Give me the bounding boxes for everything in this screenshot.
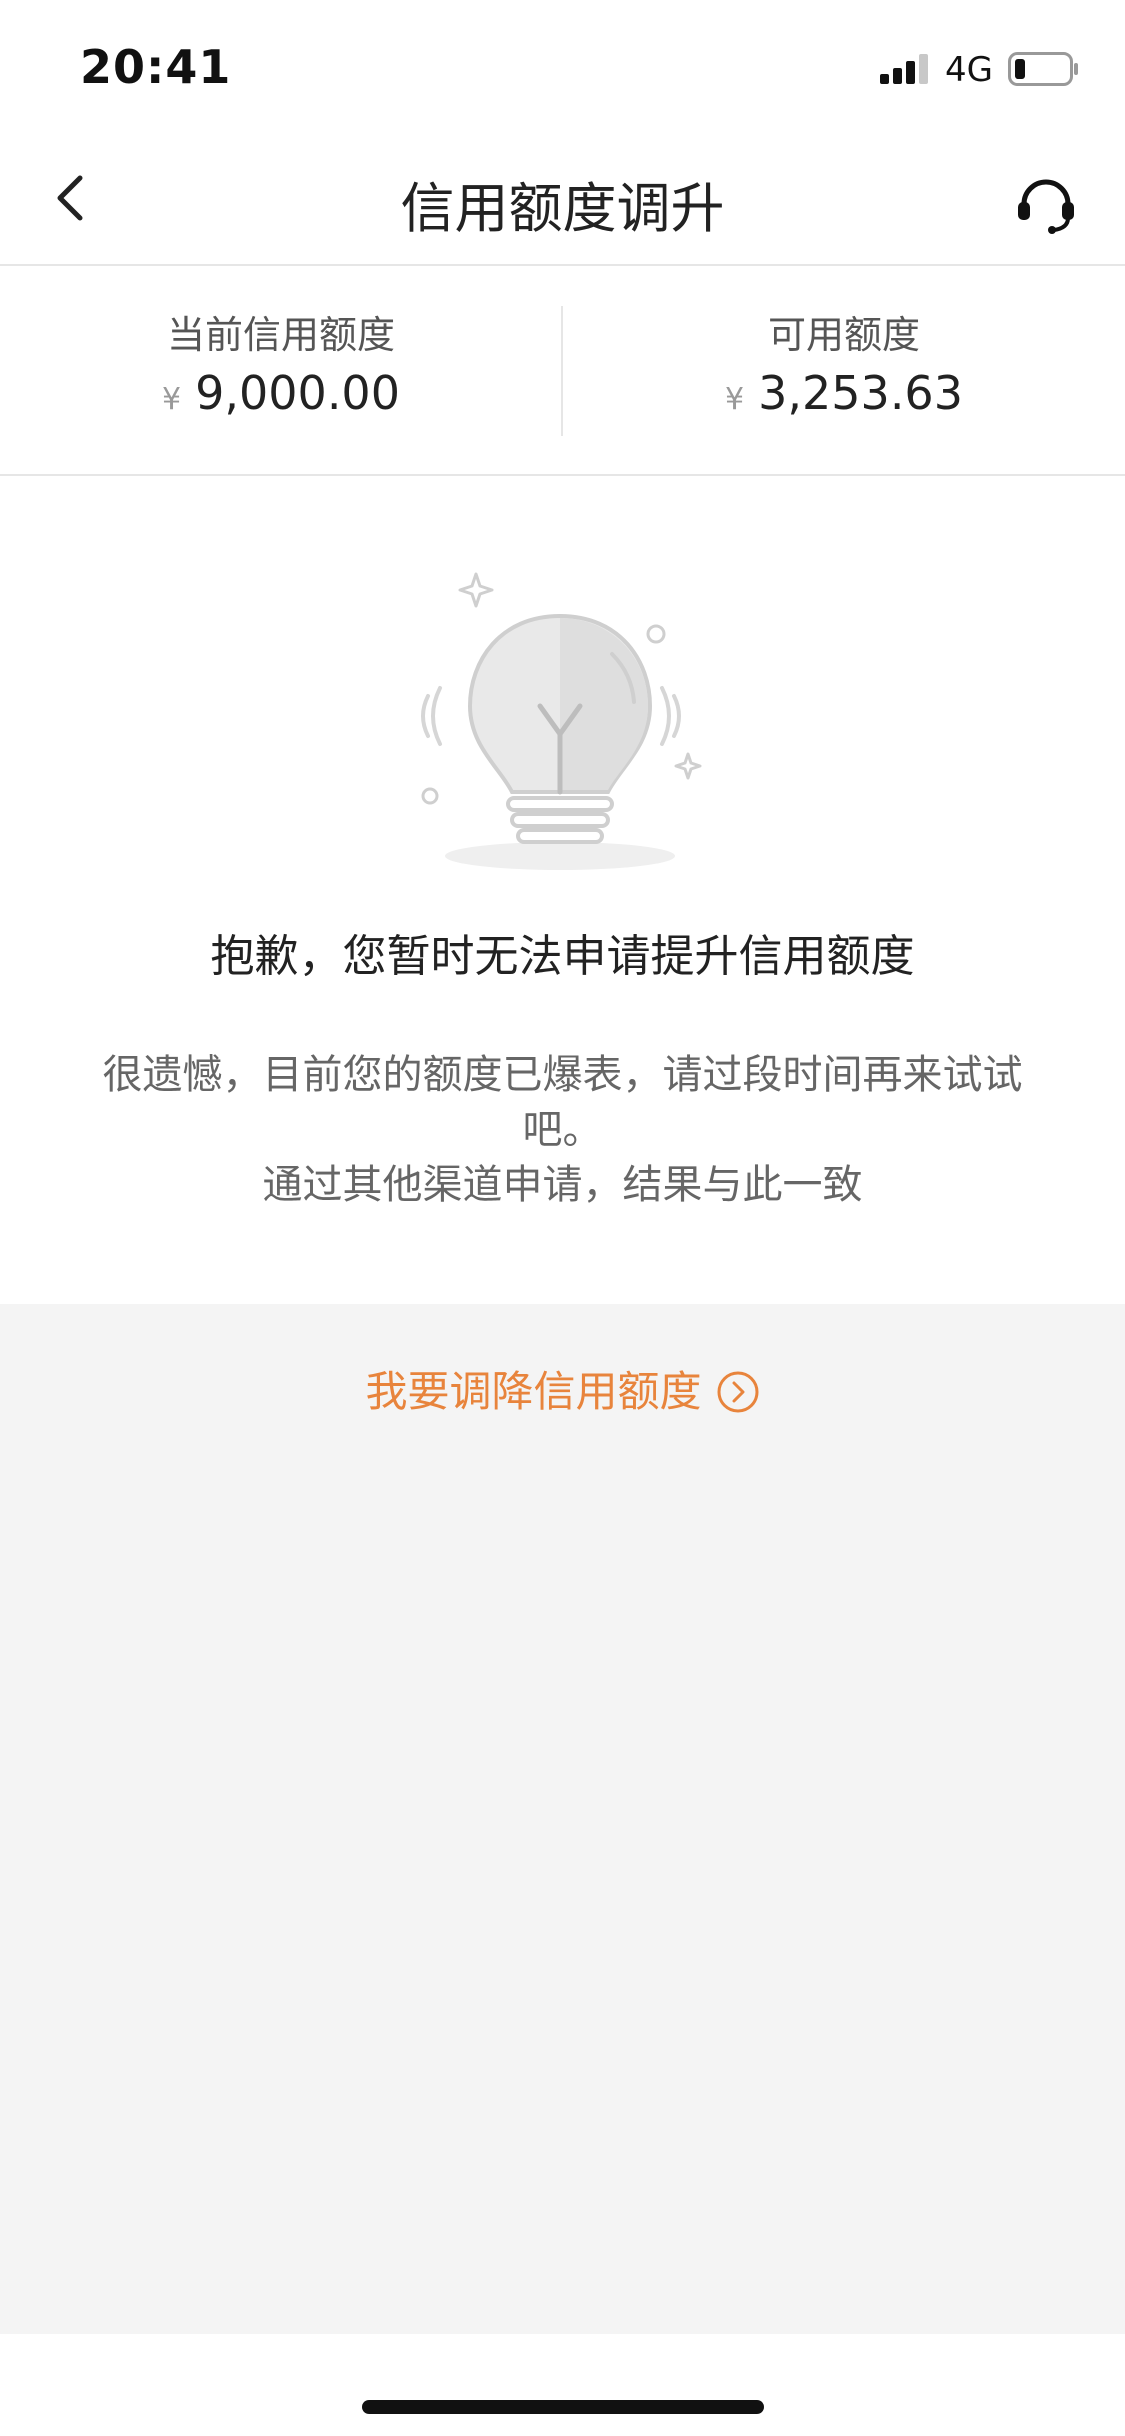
current-credit-block: 当前信用额度 ¥9,000.00	[0, 266, 562, 474]
current-credit-label: 当前信用额度	[166, 313, 395, 357]
result-description: 很遗憾，目前您的额度已爆表，请过段时间再来试试 吧。 通过其他渠道申请，结果与此…	[70, 1048, 1055, 1213]
current-credit-amount: 9,000.00	[195, 366, 400, 420]
currency-symbol: ¥	[162, 382, 182, 417]
bottom-bar	[0, 2334, 1125, 2436]
status-time: 20:41	[80, 40, 232, 94]
available-credit-amount: 3,253.63	[758, 366, 963, 420]
lightbulb-icon	[421, 572, 702, 870]
nav-bar: 信用额度调升	[0, 132, 1125, 266]
available-credit-value: ¥3,253.63	[563, 366, 1125, 420]
result-panel: 抱歉，您暂时无法申请提升信用额度 很遗憾，目前您的额度已爆表，请过段时间再来试试…	[0, 476, 1125, 1304]
battery-low-icon	[1008, 52, 1078, 86]
result-description-line-3: 通过其他渠道申请，结果与此一致	[262, 1162, 863, 1208]
signal-bars-icon	[880, 54, 928, 84]
reduce-credit-link[interactable]: 我要调降信用额度	[0, 1358, 1125, 1419]
home-indicator[interactable]	[362, 2400, 764, 2414]
result-description-line-2: 吧。	[522, 1107, 603, 1153]
status-bar: 20:41 4G	[0, 0, 1125, 132]
currency-symbol: ¥	[725, 382, 745, 417]
circle-chevron-right-icon	[717, 1371, 758, 1412]
headset-icon[interactable]	[1010, 166, 1082, 238]
available-credit-block: 可用额度 ¥3,253.63	[563, 266, 1125, 474]
page-title: 信用额度调升	[400, 177, 725, 240]
available-credit-label: 可用额度	[767, 313, 920, 357]
reduce-credit-label: 我要调降信用额度	[365, 1367, 702, 1416]
current-credit-value: ¥9,000.00	[0, 366, 562, 420]
result-title: 抱歉，您暂时无法申请提升信用额度	[210, 931, 915, 982]
result-description-line-1: 很遗憾，目前您的额度已爆表，请过段时间再来试试	[102, 1052, 1023, 1098]
credit-summary: 当前信用额度 ¥9,000.00 可用额度 ¥3,253.63	[0, 266, 1125, 476]
network-type: 4G	[945, 50, 993, 90]
